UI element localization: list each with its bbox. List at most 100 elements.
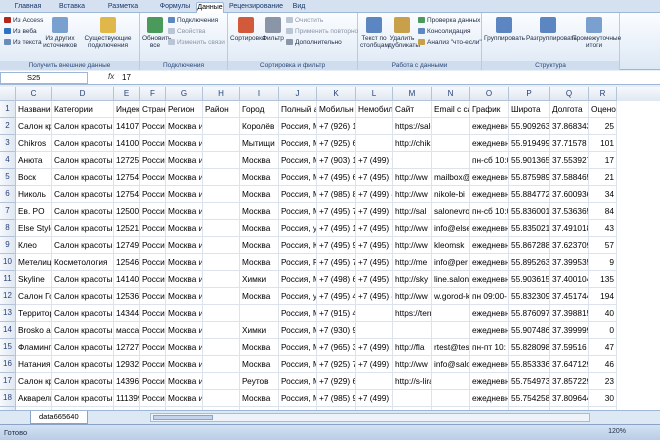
table-cell[interactable]: Регион [166, 101, 203, 118]
table-cell[interactable]: +7 (495) 9 [317, 237, 356, 254]
table-cell[interactable]: 55.884772 [509, 186, 550, 203]
table-cell[interactable] [203, 356, 240, 373]
table-cell[interactable]: 55.907486 [509, 322, 550, 339]
tab-6[interactable]: Вид [288, 2, 310, 13]
table-cell[interactable]: Россия [140, 152, 166, 169]
table-cell[interactable]: Москва и область [166, 135, 203, 152]
from-text-button[interactable]: Из текста [4, 39, 42, 47]
table-cell[interactable]: 127490 [114, 237, 140, 254]
table-cell[interactable]: http://ww [393, 186, 432, 203]
table-cell[interactable]: Москва и область [166, 356, 203, 373]
table-cell[interactable]: Москва [240, 339, 279, 356]
table-cell[interactable]: пн-пт 10: [470, 339, 509, 356]
table-cell[interactable]: Салон красоты | ко [52, 169, 114, 186]
table-cell[interactable]: Территор [16, 305, 52, 322]
table-cell[interactable] [356, 305, 393, 322]
subtotal-button[interactable]: Промежуточные итоги [572, 17, 621, 49]
refresh-all-button[interactable]: Обновить все [142, 17, 171, 49]
table-cell[interactable]: 37.399999 [550, 322, 589, 339]
table-cell[interactable] [356, 118, 393, 135]
table-cell[interactable] [203, 118, 240, 135]
column-header[interactable]: D [52, 87, 114, 101]
table-cell[interactable]: 55.754973 [509, 373, 550, 390]
column-header[interactable]: N [432, 87, 470, 101]
table-cell[interactable]: Москва [240, 254, 279, 271]
table-cell[interactable]: Салон красоты | са [52, 271, 114, 288]
table-cell[interactable]: Натанияв [16, 356, 52, 373]
table-cell[interactable]: 37.451744 [550, 288, 589, 305]
table-cell[interactable]: +7 (499) 5 [356, 203, 393, 220]
table-cell[interactable]: ежедневн [470, 356, 509, 373]
row-header[interactable]: 6 [0, 186, 16, 203]
table-cell[interactable]: Салон красоты | но [52, 237, 114, 254]
table-cell[interactable]: http://ww [393, 220, 432, 237]
column-header[interactable]: Q [550, 87, 589, 101]
table-cell[interactable]: Косметология [52, 254, 114, 271]
table-cell[interactable]: Полный а [279, 101, 317, 118]
table-cell[interactable]: +7 (930) 960-66-02 [317, 322, 356, 339]
column-header[interactable]: C [16, 87, 52, 101]
row-header[interactable]: 15 [0, 339, 16, 356]
row-header[interactable]: 12 [0, 288, 16, 305]
table-cell[interactable]: 57 [589, 237, 617, 254]
table-cell[interactable]: 37.491018 [550, 220, 589, 237]
table-cell[interactable]: rtest@test [432, 339, 470, 356]
table-cell[interactable]: Россия, ул [279, 220, 317, 237]
table-cell[interactable] [356, 322, 393, 339]
existing-connections-button[interactable]: Существующие подключения [82, 17, 134, 49]
table-cell[interactable] [393, 390, 432, 407]
properties-button[interactable]: Свойства [168, 28, 206, 36]
table-cell[interactable]: Россия, М [279, 271, 317, 288]
table-cell[interactable]: Королёв [240, 118, 279, 135]
table-cell[interactable]: Салон красоты | но [52, 135, 114, 152]
table-cell[interactable]: Страна [140, 101, 166, 118]
table-cell[interactable]: Москва [240, 390, 279, 407]
table-cell[interactable]: +7 (495) 9 [356, 237, 393, 254]
table-cell[interactable]: +7 (929) 688-94-45 [317, 373, 356, 390]
table-cell[interactable]: 30 [589, 390, 617, 407]
table-cell[interactable]: 37.647129 [550, 356, 589, 373]
connections-button[interactable]: Подключения [168, 17, 218, 25]
table-cell[interactable]: Россия, М [279, 390, 317, 407]
table-cell[interactable]: 17 [589, 152, 617, 169]
table-cell[interactable]: 127549 [114, 186, 140, 203]
table-cell[interactable]: Салон Гор [16, 288, 52, 305]
table-cell[interactable]: Салон красоты | па [52, 339, 114, 356]
column-header[interactable]: J [279, 87, 317, 101]
table-cell[interactable]: 143441 [114, 305, 140, 322]
table-cell[interactable]: Салон красоты | па [52, 152, 114, 169]
table-cell[interactable]: Chikros [16, 135, 52, 152]
table-cell[interactable]: ежедневн [470, 271, 509, 288]
column-header[interactable]: K [317, 87, 356, 101]
horizontal-scrollbar[interactable] [150, 413, 590, 422]
table-cell[interactable]: +7 (495) 1 [317, 220, 356, 237]
table-cell[interactable]: Россия [140, 390, 166, 407]
column-header[interactable]: L [356, 87, 393, 101]
table-cell[interactable]: 55.875989 [509, 169, 550, 186]
from-web-button[interactable]: Из веба [4, 28, 37, 36]
table-cell[interactable]: Москва и область [166, 118, 203, 135]
table-cell[interactable] [203, 271, 240, 288]
table-cell[interactable]: Россия, М [279, 322, 317, 339]
tab-2[interactable]: Разметка страницы [92, 2, 154, 20]
table-cell[interactable]: Салон красоты | ат [52, 305, 114, 322]
table-cell[interactable]: Brosko art [16, 322, 52, 339]
table-cell[interactable]: Район [203, 101, 240, 118]
table-cell[interactable] [356, 373, 393, 390]
table-cell[interactable]: http://sky [393, 271, 432, 288]
tab-5[interactable]: Рецензирование [228, 2, 284, 13]
table-cell[interactable]: Москва и область [166, 390, 203, 407]
table-cell[interactable]: 125008 [114, 203, 140, 220]
row-header[interactable]: 16 [0, 356, 16, 373]
table-cell[interactable]: ежедневн [470, 135, 509, 152]
row-header[interactable]: 4 [0, 152, 16, 169]
table-cell[interactable]: https://salonkorona. [393, 118, 432, 135]
column-header[interactable]: M [393, 87, 432, 101]
table-cell[interactable]: Николь [16, 186, 52, 203]
table-cell[interactable]: Город [240, 101, 279, 118]
table-cell[interactable]: Россия, М [279, 356, 317, 373]
table-cell[interactable]: http://ww [393, 288, 432, 305]
table-cell[interactable]: https://territoria-kra [393, 305, 432, 322]
table-cell[interactable]: ежедневн [470, 390, 509, 407]
table-cell[interactable]: 55.832309 [509, 288, 550, 305]
